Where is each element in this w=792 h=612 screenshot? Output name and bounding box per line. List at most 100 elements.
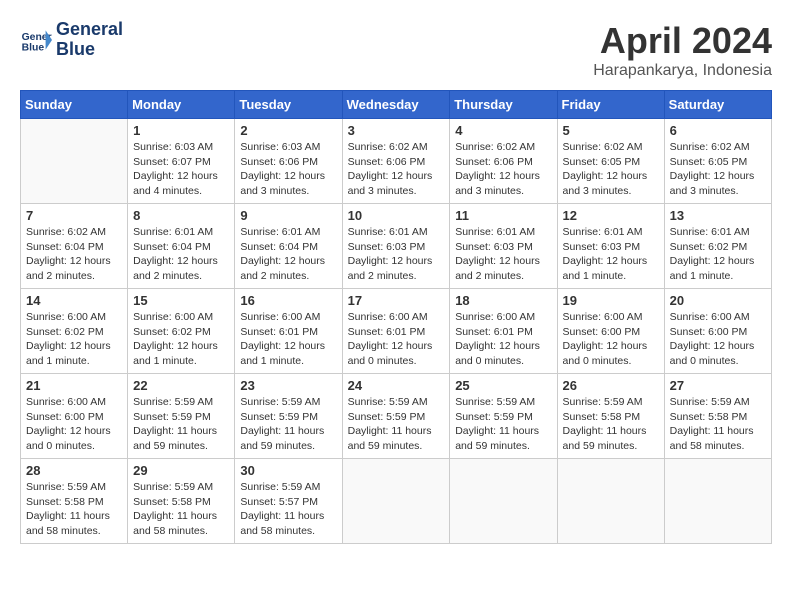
calendar-cell: 29 Sunrise: 5:59 AM Sunset: 5:58 PM Dayli… bbox=[128, 459, 235, 544]
day-number: 24 bbox=[348, 378, 445, 393]
calendar-cell bbox=[342, 459, 450, 544]
day-info: Sunrise: 6:00 AM Sunset: 6:02 PM Dayligh… bbox=[26, 310, 122, 369]
day-number: 23 bbox=[240, 378, 336, 393]
calendar-cell: 4 Sunrise: 6:02 AM Sunset: 6:06 PM Daylig… bbox=[450, 119, 557, 204]
day-info: Sunrise: 6:00 AM Sunset: 6:01 PM Dayligh… bbox=[240, 310, 336, 369]
calendar-cell: 12 Sunrise: 6:01 AM Sunset: 6:03 PM Dayli… bbox=[557, 204, 664, 289]
day-info: Sunrise: 6:01 AM Sunset: 6:03 PM Dayligh… bbox=[563, 225, 659, 284]
day-info: Sunrise: 6:01 AM Sunset: 6:02 PM Dayligh… bbox=[670, 225, 766, 284]
day-number: 6 bbox=[670, 123, 766, 138]
day-number: 12 bbox=[563, 208, 659, 223]
day-number: 21 bbox=[26, 378, 122, 393]
day-number: 4 bbox=[455, 123, 551, 138]
day-number: 3 bbox=[348, 123, 445, 138]
day-number: 15 bbox=[133, 293, 229, 308]
calendar-cell: 13 Sunrise: 6:01 AM Sunset: 6:02 PM Dayli… bbox=[664, 204, 771, 289]
week-row-4: 21 Sunrise: 6:00 AM Sunset: 6:00 PM Dayli… bbox=[21, 374, 772, 459]
day-info: Sunrise: 6:01 AM Sunset: 6:03 PM Dayligh… bbox=[455, 225, 551, 284]
calendar-cell: 6 Sunrise: 6:02 AM Sunset: 6:05 PM Daylig… bbox=[664, 119, 771, 204]
day-info: Sunrise: 5:59 AM Sunset: 5:59 PM Dayligh… bbox=[455, 395, 551, 454]
day-info: Sunrise: 6:02 AM Sunset: 6:05 PM Dayligh… bbox=[563, 140, 659, 199]
day-number: 28 bbox=[26, 463, 122, 478]
logo: General Blue General Blue bbox=[20, 20, 123, 60]
day-info: Sunrise: 5:59 AM Sunset: 5:59 PM Dayligh… bbox=[348, 395, 445, 454]
calendar-cell: 15 Sunrise: 6:00 AM Sunset: 6:02 PM Dayli… bbox=[128, 289, 235, 374]
svg-text:Blue: Blue bbox=[22, 42, 45, 53]
day-info: Sunrise: 5:59 AM Sunset: 5:57 PM Dayligh… bbox=[240, 480, 336, 539]
calendar-cell: 2Sunrise: 6:03 AM Sunset: 6:06 PM Daylig… bbox=[235, 119, 342, 204]
day-number: 16 bbox=[240, 293, 336, 308]
day-info: Sunrise: 6:02 AM Sunset: 6:05 PM Dayligh… bbox=[670, 140, 766, 199]
calendar-cell: 8 Sunrise: 6:01 AM Sunset: 6:04 PM Daylig… bbox=[128, 204, 235, 289]
weekday-header-thursday: Thursday bbox=[450, 91, 557, 119]
calendar-cell: 25 Sunrise: 5:59 AM Sunset: 5:59 PM Dayli… bbox=[450, 374, 557, 459]
day-info: Sunrise: 5:59 AM Sunset: 5:58 PM Dayligh… bbox=[563, 395, 659, 454]
day-info: Sunrise: 5:59 AM Sunset: 5:58 PM Dayligh… bbox=[670, 395, 766, 454]
page-header: General Blue General Blue April 2024 Har… bbox=[20, 20, 772, 80]
day-info: Sunrise: 5:59 AM Sunset: 5:59 PM Dayligh… bbox=[133, 395, 229, 454]
weekday-header-wednesday: Wednesday bbox=[342, 91, 450, 119]
calendar-cell bbox=[557, 459, 664, 544]
logo-icon: General Blue bbox=[20, 24, 52, 56]
day-info: Sunrise: 6:00 AM Sunset: 6:00 PM Dayligh… bbox=[26, 395, 122, 454]
calendar-cell: 26 Sunrise: 5:59 AM Sunset: 5:58 PM Dayli… bbox=[557, 374, 664, 459]
calendar-cell: 27 Sunrise: 5:59 AM Sunset: 5:58 PM Dayli… bbox=[664, 374, 771, 459]
calendar-cell: 30 Sunrise: 5:59 AM Sunset: 5:57 PM Dayli… bbox=[235, 459, 342, 544]
calendar-cell: 24 Sunrise: 5:59 AM Sunset: 5:59 PM Dayli… bbox=[342, 374, 450, 459]
day-number: 25 bbox=[455, 378, 551, 393]
weekday-header-monday: Monday bbox=[128, 91, 235, 119]
title-section: April 2024 Harapankarya, Indonesia bbox=[593, 20, 772, 80]
calendar-cell: 3Sunrise: 6:02 AM Sunset: 6:06 PM Daylig… bbox=[342, 119, 450, 204]
calendar-cell: 23 Sunrise: 5:59 AM Sunset: 5:59 PM Dayli… bbox=[235, 374, 342, 459]
week-row-5: 28 Sunrise: 5:59 AM Sunset: 5:58 PM Dayli… bbox=[21, 459, 772, 544]
calendar-cell: 22 Sunrise: 5:59 AM Sunset: 5:59 PM Dayli… bbox=[128, 374, 235, 459]
calendar-cell: 5Sunrise: 6:02 AM Sunset: 6:05 PM Daylig… bbox=[557, 119, 664, 204]
calendar-cell: 10Sunrise: 6:01 AM Sunset: 6:03 PM Dayli… bbox=[342, 204, 450, 289]
calendar-cell bbox=[450, 459, 557, 544]
week-row-1: 1Sunrise: 6:03 AM Sunset: 6:07 PM Daylig… bbox=[21, 119, 772, 204]
calendar-cell: 19 Sunrise: 6:00 AM Sunset: 6:00 PM Dayli… bbox=[557, 289, 664, 374]
calendar-cell: 20Sunrise: 6:00 AM Sunset: 6:00 PM Dayli… bbox=[664, 289, 771, 374]
day-number: 7 bbox=[26, 208, 122, 223]
day-info: Sunrise: 5:59 AM Sunset: 5:58 PM Dayligh… bbox=[133, 480, 229, 539]
day-info: Sunrise: 6:00 AM Sunset: 6:01 PM Dayligh… bbox=[348, 310, 445, 369]
day-number: 1 bbox=[133, 123, 229, 138]
calendar-cell: 7Sunrise: 6:02 AM Sunset: 6:04 PM Daylig… bbox=[21, 204, 128, 289]
calendar-cell: 28 Sunrise: 5:59 AM Sunset: 5:58 PM Dayli… bbox=[21, 459, 128, 544]
calendar-cell bbox=[21, 119, 128, 204]
calendar-cell: 9 Sunrise: 6:01 AM Sunset: 6:04 PM Daylig… bbox=[235, 204, 342, 289]
day-info: Sunrise: 6:00 AM Sunset: 6:00 PM Dayligh… bbox=[563, 310, 659, 369]
day-number: 10 bbox=[348, 208, 445, 223]
day-number: 30 bbox=[240, 463, 336, 478]
day-info: Sunrise: 6:00 AM Sunset: 6:02 PM Dayligh… bbox=[133, 310, 229, 369]
day-number: 8 bbox=[133, 208, 229, 223]
day-info: Sunrise: 6:02 AM Sunset: 6:06 PM Dayligh… bbox=[455, 140, 551, 199]
weekday-header-tuesday: Tuesday bbox=[235, 91, 342, 119]
day-number: 22 bbox=[133, 378, 229, 393]
calendar-cell: 18Sunrise: 6:00 AM Sunset: 6:01 PM Dayli… bbox=[450, 289, 557, 374]
day-number: 11 bbox=[455, 208, 551, 223]
month-title: April 2024 bbox=[593, 20, 772, 62]
day-info: Sunrise: 6:01 AM Sunset: 6:04 PM Dayligh… bbox=[133, 225, 229, 284]
day-number: 20 bbox=[670, 293, 766, 308]
day-number: 14 bbox=[26, 293, 122, 308]
day-info: Sunrise: 6:03 AM Sunset: 6:06 PM Dayligh… bbox=[240, 140, 336, 199]
calendar-cell: 1Sunrise: 6:03 AM Sunset: 6:07 PM Daylig… bbox=[128, 119, 235, 204]
calendar-table: SundayMondayTuesdayWednesdayThursdayFrid… bbox=[20, 90, 772, 544]
day-number: 9 bbox=[240, 208, 336, 223]
day-info: Sunrise: 5:59 AM Sunset: 5:59 PM Dayligh… bbox=[240, 395, 336, 454]
day-number: 13 bbox=[670, 208, 766, 223]
day-info: Sunrise: 6:01 AM Sunset: 6:04 PM Dayligh… bbox=[240, 225, 336, 284]
day-info: Sunrise: 6:00 AM Sunset: 6:01 PM Dayligh… bbox=[455, 310, 551, 369]
day-number: 27 bbox=[670, 378, 766, 393]
weekday-header-sunday: Sunday bbox=[21, 91, 128, 119]
weekday-header-saturday: Saturday bbox=[664, 91, 771, 119]
day-info: Sunrise: 5:59 AM Sunset: 5:58 PM Dayligh… bbox=[26, 480, 122, 539]
day-number: 26 bbox=[563, 378, 659, 393]
calendar-header-row: SundayMondayTuesdayWednesdayThursdayFrid… bbox=[21, 91, 772, 119]
weekday-header-friday: Friday bbox=[557, 91, 664, 119]
day-number: 29 bbox=[133, 463, 229, 478]
day-number: 19 bbox=[563, 293, 659, 308]
logo-blue: Blue bbox=[56, 40, 123, 60]
day-number: 17 bbox=[348, 293, 445, 308]
